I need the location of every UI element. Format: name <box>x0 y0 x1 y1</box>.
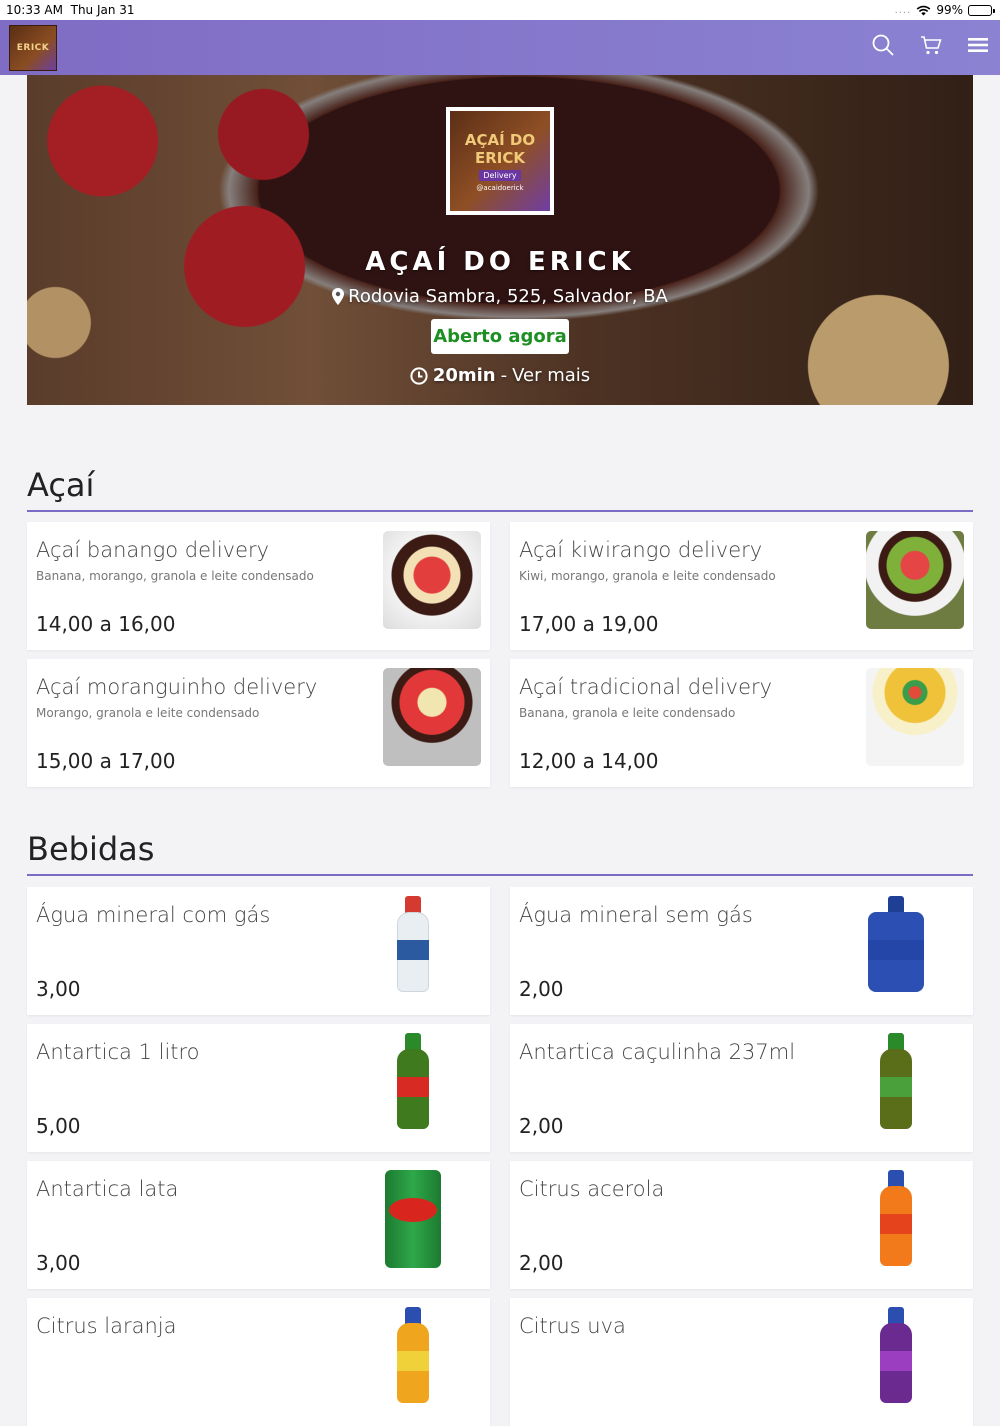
menu-icon[interactable] <box>968 36 988 54</box>
product-name: Citrus laranja <box>36 1314 177 1338</box>
status-time: 10:33 AM Thu Jan 31 <box>6 3 135 17</box>
product-image <box>866 1170 964 1268</box>
section-title-acai: Açaí <box>27 466 95 504</box>
signal-dots: .... <box>894 4 912 16</box>
product-image <box>383 1033 481 1131</box>
product-name: Citrus acerola <box>519 1177 665 1201</box>
product-name: Água mineral com gás <box>36 903 271 927</box>
clock-icon <box>410 366 428 385</box>
product-price: 5,00 <box>36 1114 81 1138</box>
see-more-link[interactable]: Ver mais <box>512 365 590 386</box>
status-bar: 10:33 AM Thu Jan 31 .... 99% <box>0 0 1000 20</box>
product-description: Morango, granola e leite condensado <box>36 706 260 720</box>
logo-delivery: Delivery <box>479 169 521 181</box>
product-image <box>866 531 964 629</box>
product-price: 3,00 <box>36 1251 81 1275</box>
product-image <box>383 1307 481 1405</box>
product-card[interactable]: Açaí banango delivery Banana, morango, g… <box>27 522 490 650</box>
product-image <box>383 531 481 629</box>
product-image <box>383 1170 481 1268</box>
product-description: Kiwi, morango, granola e leite condensad… <box>519 569 776 583</box>
product-image <box>866 1033 964 1131</box>
battery-percent: 99% <box>936 3 963 17</box>
section-title-bebidas: Bebidas <box>27 830 155 868</box>
open-status-badge: Aberto agora <box>431 319 569 354</box>
product-description: Banana, morango, granola e leite condens… <box>36 569 314 583</box>
top-navbar: ERICK <box>0 20 1000 75</box>
product-card[interactable]: Açaí moranguinho delivery Morango, grano… <box>27 659 490 787</box>
section-divider <box>27 510 973 512</box>
product-price: 2,00 <box>519 1114 564 1138</box>
product-card[interactable]: Citrus acerola 2,00 <box>510 1161 973 1289</box>
product-price: 2,00 <box>519 1251 564 1275</box>
product-image <box>866 668 964 766</box>
product-price: 17,00 a 19,00 <box>519 612 659 636</box>
product-card[interactable]: Citrus uva <box>510 1298 973 1426</box>
product-name: Açaí moranguinho delivery <box>36 675 318 699</box>
product-image <box>866 1307 964 1405</box>
product-name: Antartica 1 litro <box>36 1040 200 1064</box>
product-card[interactable]: Antartica lata 3,00 <box>27 1161 490 1289</box>
product-name: Antartica caçulinha 237ml <box>519 1040 796 1064</box>
product-card[interactable]: Água mineral sem gás 2,00 <box>510 887 973 1015</box>
product-price: 3,00 <box>36 977 81 1001</box>
store-address: Rodovia Sambra, 525, Salvador, BA <box>27 286 973 307</box>
product-card[interactable]: Antartica 1 litro 5,00 <box>27 1024 490 1152</box>
product-card[interactable]: Açaí kiwirango delivery Kiwi, morango, g… <box>510 522 973 650</box>
store-logo-small[interactable]: ERICK <box>9 25 57 71</box>
battery-icon <box>968 4 995 16</box>
product-image <box>383 896 481 994</box>
map-pin-icon <box>332 288 345 305</box>
product-card[interactable]: Citrus laranja <box>27 1298 490 1426</box>
store-hero-banner: AÇAÍ DO ERICK Delivery @acaidoerick AÇAÍ… <box>27 75 973 405</box>
logo-title: AÇAÍ DO ERICK <box>464 130 536 167</box>
delivery-time: 20min <box>432 365 496 386</box>
product-name: Açaí banango delivery <box>36 538 270 562</box>
product-description: Banana, granola e leite condensado <box>519 706 736 720</box>
product-price: 14,00 a 16,00 <box>36 612 176 636</box>
product-price: 15,00 a 17,00 <box>36 749 176 773</box>
wifi-icon <box>916 5 931 15</box>
product-name: Açaí tradicional delivery <box>519 675 773 699</box>
product-price: 2,00 <box>519 977 564 1001</box>
product-card[interactable]: Água mineral com gás 3,00 <box>27 887 490 1015</box>
product-name: Antartica lata <box>36 1177 179 1201</box>
product-card[interactable]: Açaí tradicional delivery Banana, granol… <box>510 659 973 787</box>
product-name: Açaí kiwirango delivery <box>519 538 763 562</box>
product-name: Água mineral sem gás <box>519 903 753 927</box>
product-image <box>383 668 481 766</box>
search-icon[interactable] <box>872 34 894 56</box>
delivery-info[interactable]: 20min - Ver mais <box>27 365 973 386</box>
product-price: 12,00 a 14,00 <box>519 749 659 773</box>
product-card[interactable]: Antartica caçulinha 237ml 2,00 <box>510 1024 973 1152</box>
product-image <box>866 896 964 994</box>
logo-handle: @acaidoerick <box>476 183 524 192</box>
cart-icon[interactable] <box>920 34 942 56</box>
store-logo: AÇAÍ DO ERICK Delivery @acaidoerick <box>446 107 554 215</box>
store-name: AÇAÍ DO ERICK <box>365 247 635 277</box>
product-name: Citrus uva <box>519 1314 626 1338</box>
section-divider <box>27 874 973 876</box>
